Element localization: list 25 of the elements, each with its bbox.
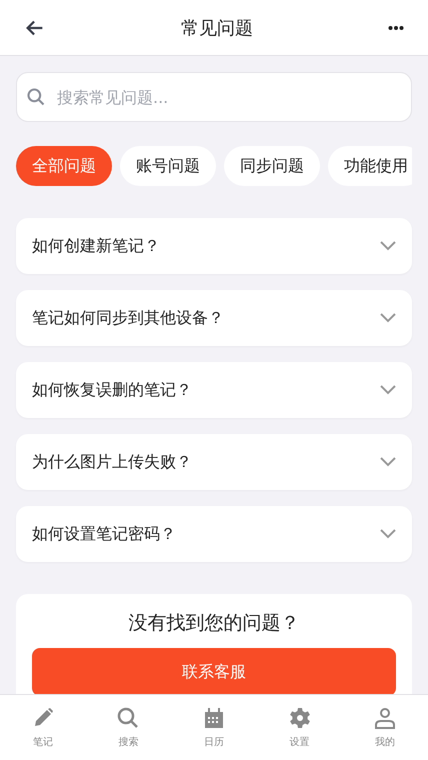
faq-item[interactable]: 如何恢复误删的笔记？ xyxy=(16,362,412,418)
tab-bar-item[interactable]: 设置 xyxy=(270,706,330,749)
chevron-icon xyxy=(380,385,396,395)
person-icon xyxy=(373,706,398,730)
tab-bar-item[interactable]: 搜索 xyxy=(98,706,158,749)
support-title: 没有找到您的问题？ xyxy=(128,611,300,636)
category-tab[interactable]: 同步问题 xyxy=(224,146,320,186)
chevron-icon xyxy=(380,313,396,323)
category-tab[interactable]: 功能使用 xyxy=(328,146,412,186)
tab-bar-item[interactable]: 日历 xyxy=(184,706,244,749)
faq-item[interactable]: 笔记如何同步到其他设备？ xyxy=(16,290,412,346)
faq-item[interactable]: 为什么图片上传失败？ xyxy=(16,434,412,490)
page-title: 常见问题 xyxy=(181,16,253,40)
chevron-icon xyxy=(380,457,396,467)
tab-bar-item[interactable]: 笔记 xyxy=(12,706,73,749)
chevron-icon xyxy=(380,241,396,251)
category-tab[interactable]: 账号问题 xyxy=(120,146,216,186)
chevron-icon xyxy=(380,529,396,539)
more-icon xyxy=(388,24,404,30)
search-icon xyxy=(116,706,140,730)
search-field[interactable]: 搜索常见问题... xyxy=(16,72,412,122)
gear-icon xyxy=(288,706,312,730)
faq-item[interactable]: 如何设置笔记密码？ xyxy=(16,506,412,562)
tab-bar-item[interactable]: 我的 xyxy=(355,706,416,749)
faq-item[interactable]: 如何创建新笔记？ xyxy=(16,218,412,274)
